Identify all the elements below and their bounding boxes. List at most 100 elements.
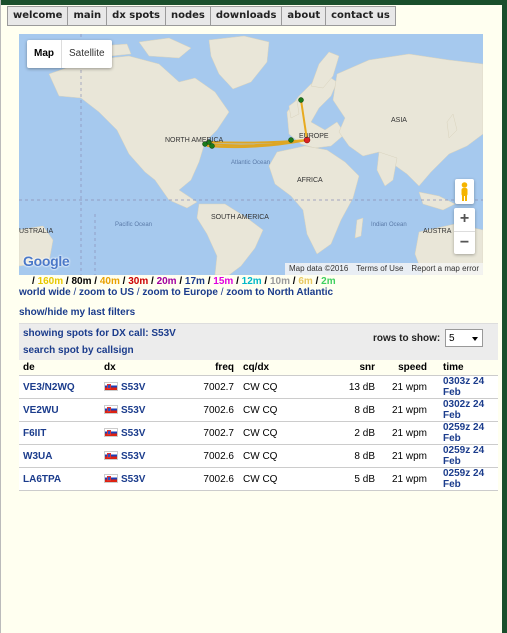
nav-main[interactable]: main (68, 7, 108, 25)
table-row: VE3/N2WQ S53V 7002.7 CW CQ 13 dB 21 wpm 0303z … (19, 375, 498, 399)
band-4[interactable]: 20m (157, 276, 177, 287)
zoom-world-wide-link[interactable]: world wide (19, 287, 71, 298)
col-de[interactable]: de (19, 360, 104, 376)
cell-time[interactable]: 0259z 24 Feb (427, 444, 498, 468)
map-attribution: Map data ©2016 Terms of Use Report a map… (285, 263, 483, 275)
map-type-satellite-button[interactable]: Satellite (62, 40, 112, 68)
cell-time[interactable]: 0302z 24 Feb (427, 398, 498, 422)
cell-cq: CW CQ (234, 375, 323, 399)
rows-to-show-label: rows to show: (373, 333, 441, 344)
cell-time[interactable]: 0259z 24 Feb (427, 421, 498, 445)
zoom-control: + − (454, 208, 475, 254)
band-10[interactable]: 2m (321, 276, 335, 287)
cell-cq: CW CQ (234, 398, 323, 422)
dx-callsign[interactable]: S53V (121, 451, 145, 462)
pegman-control[interactable] (455, 179, 474, 204)
left-border (0, 0, 1, 633)
dx-callsign[interactable]: S53V (121, 474, 145, 485)
dx-callsign[interactable]: S53V (121, 405, 145, 416)
cell-cq: CW CQ (234, 444, 323, 468)
cell-dx[interactable]: S53V (104, 398, 174, 422)
cell-freq: 7002.7 (174, 375, 234, 399)
table-row: W3UA S53V 7002.6 CW CQ 8 dB 21 wpm 0259z 24 Fe… (19, 444, 498, 468)
spots-table: de dx freq cq/dx snr speed time VE3/N2WQ… (19, 360, 498, 491)
band-1[interactable]: 80m (71, 276, 91, 287)
cell-dx[interactable]: S53V (104, 467, 174, 491)
cell-time[interactable]: 0259z 24 Feb (427, 467, 498, 491)
cell-dx[interactable]: S53V (104, 375, 174, 399)
table-row: VE2WU S53V 7002.6 CW CQ 8 dB 21 wpm 0302z 24 F… (19, 398, 498, 422)
cell-speed: 21 wpm (375, 398, 427, 422)
chevron-down-icon (472, 337, 478, 341)
band-7[interactable]: 12m (242, 276, 262, 287)
label-indian: Indian Ocean (371, 222, 407, 228)
label-australia-right: AUSTRA (423, 228, 452, 235)
dx-callsign[interactable]: S53V (121, 382, 145, 393)
nav-about[interactable]: about (282, 7, 327, 25)
cell-speed: 21 wpm (375, 375, 427, 399)
nav-nodes[interactable]: nodes (166, 7, 211, 25)
band-legend: / 160m / 80m / 40m / 30m / 20m / 17m / 1… (32, 276, 336, 287)
map-canvas: NORTH AMERICA EUROPE ASIA AFRICA SOUTH A… (19, 34, 483, 275)
cell-dx[interactable]: S53V (104, 444, 174, 468)
band-8[interactable]: 10m (270, 276, 290, 287)
col-freq[interactable]: freq (174, 360, 234, 376)
band-0[interactable]: 160m (38, 276, 64, 287)
col-cqdx[interactable]: cq/dx (234, 360, 323, 376)
map-data-label: Map data ©2016 (289, 264, 349, 273)
col-speed[interactable]: speed (375, 360, 427, 376)
cell-cq: CW CQ (234, 467, 323, 491)
cell-de[interactable]: W3UA (19, 444, 104, 468)
zoom-in-button[interactable]: + (454, 208, 475, 232)
cell-snr: 8 dB (323, 398, 375, 422)
cell-snr: 8 dB (323, 444, 375, 468)
dx-callsign[interactable]: S53V (121, 428, 145, 439)
search-callsign-link[interactable]: search spot by callsign (23, 345, 134, 356)
band-3[interactable]: 30m (128, 276, 148, 287)
table-row: F6IIT S53V 7002.7 CW CQ 2 dB 21 wpm 0259z 24 F… (19, 421, 498, 445)
cell-de[interactable]: F6IIT (19, 421, 104, 445)
col-snr[interactable]: snr (323, 360, 375, 376)
band-2[interactable]: 40m (100, 276, 120, 287)
rows-to-show-value: 5 (449, 333, 455, 344)
nav-contact-us[interactable]: contact us (326, 7, 395, 25)
band-separator: / (148, 276, 157, 287)
label-south-america: SOUTH AMERICA (211, 214, 269, 221)
zoom-links: world wide / zoom to US / zoom to Europe… (19, 287, 334, 298)
main-nav: welcome main dx spots nodes downloads ab… (7, 6, 396, 26)
toggle-filters-link[interactable]: show/hide my last filters (19, 307, 135, 318)
table-header-row: de dx freq cq/dx snr speed time (19, 360, 498, 376)
zoom-europe-link[interactable]: zoom to Europe (142, 287, 218, 298)
spots-panel: showing spots for DX call: S53V search s… (19, 323, 498, 491)
col-dx[interactable]: dx (104, 360, 174, 376)
terms-of-use-link[interactable]: Terms of Use (352, 263, 407, 275)
label-atlantic: Atlantic Ocean (231, 160, 270, 166)
zoom-out-button[interactable]: − (454, 232, 475, 255)
cell-de[interactable]: VE3/N2WQ (19, 375, 104, 399)
right-border (502, 0, 507, 633)
nav-downloads[interactable]: downloads (211, 7, 283, 25)
report-map-error-link[interactable]: Report a map error (407, 263, 483, 275)
world-map[interactable]: NORTH AMERICA EUROPE ASIA AFRICA SOUTH A… (19, 34, 483, 275)
band-6[interactable]: 15m (213, 276, 233, 287)
nav-dx-spots[interactable]: dx spots (107, 7, 166, 25)
map-type-map-button[interactable]: Map (27, 40, 62, 68)
band-5[interactable]: 17m (185, 276, 205, 287)
rows-to-show-select[interactable]: 5 (445, 329, 483, 347)
cell-de[interactable]: VE2WU (19, 398, 104, 422)
cell-time[interactable]: 0303z 24 Feb (427, 375, 498, 399)
cell-freq: 7002.6 (174, 398, 234, 422)
zoom-north-atlantic-link[interactable]: zoom to North Atlantic (226, 287, 333, 298)
band-separator: / (312, 276, 322, 287)
col-time[interactable]: time (427, 360, 498, 376)
nav-welcome[interactable]: welcome (8, 7, 69, 25)
zoom-us-link[interactable]: zoom to US (79, 287, 134, 298)
map-type-control: Map Satellite (27, 40, 112, 68)
cell-de[interactable]: LA6TPA (19, 467, 104, 491)
google-logo[interactable]: Google (23, 253, 70, 269)
table-row: LA6TPA S53V 7002.6 CW CQ 5 dB 21 wpm 0259z 24 … (19, 467, 498, 491)
label-asia: ASIA (391, 117, 407, 124)
cell-dx[interactable]: S53V (104, 421, 174, 445)
slovenia-flag-icon (104, 427, 118, 437)
band-9[interactable]: 6m (298, 276, 312, 287)
